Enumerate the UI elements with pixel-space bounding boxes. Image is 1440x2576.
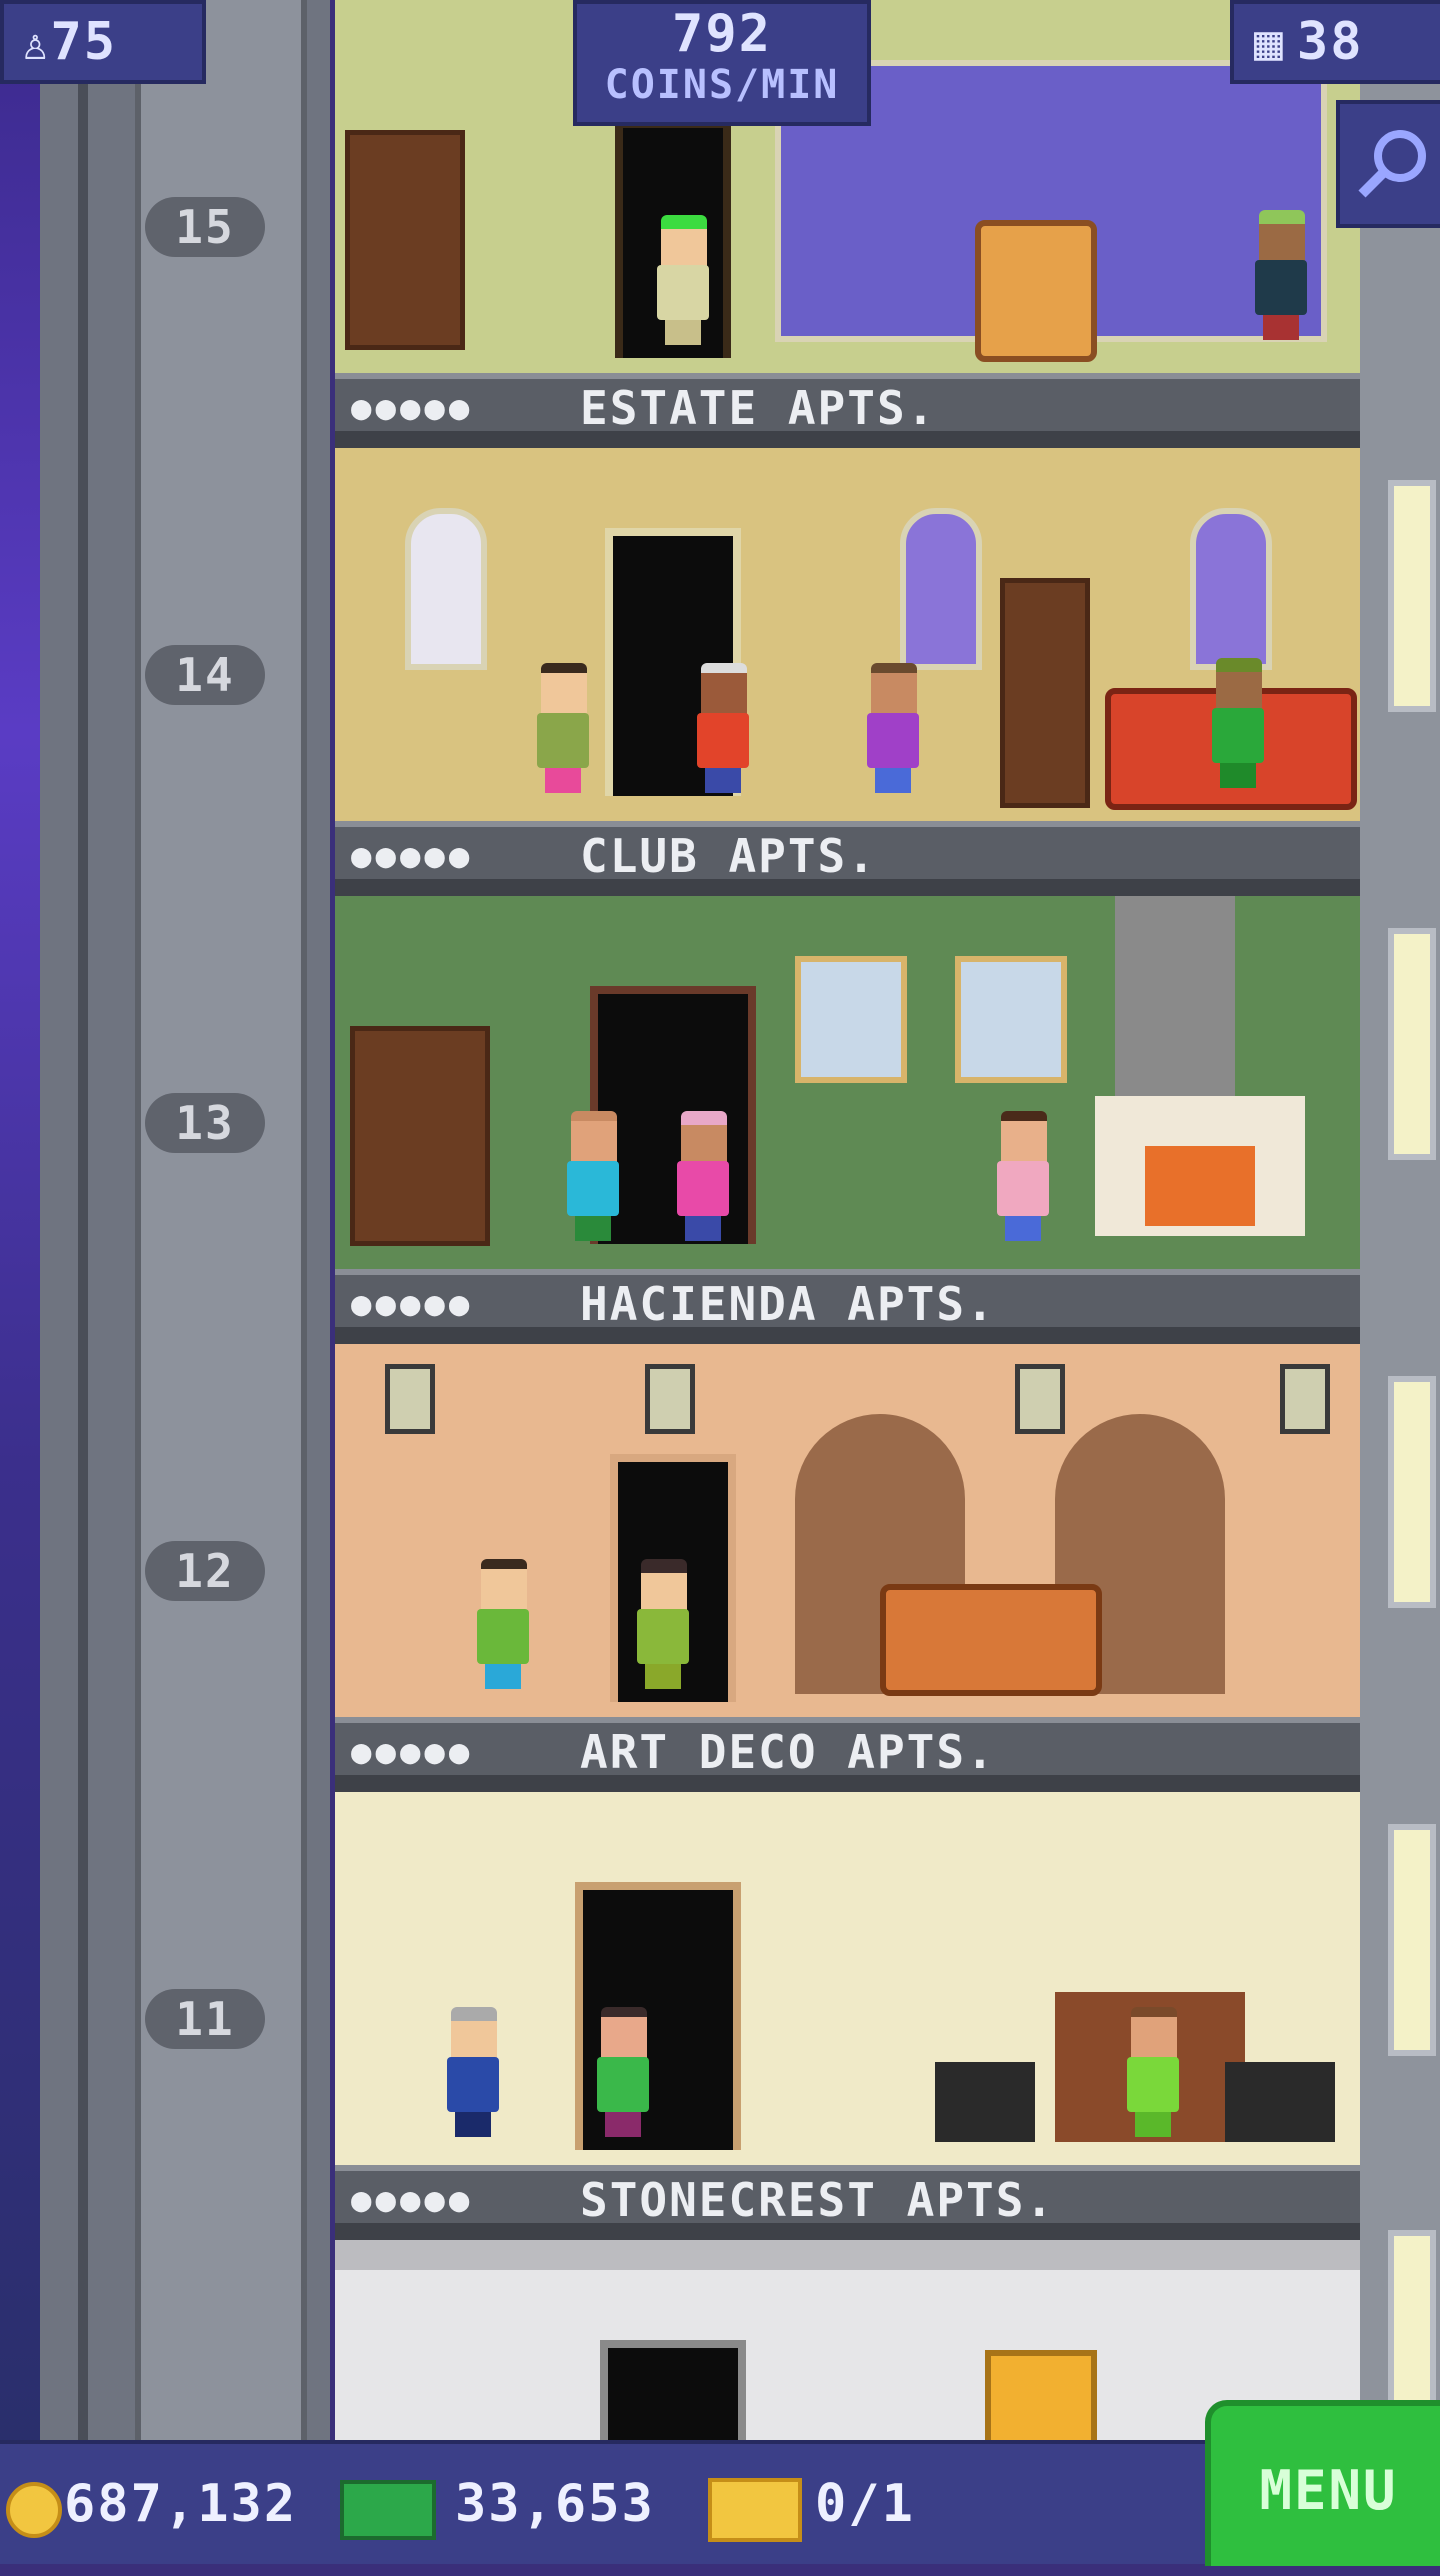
building-icon: ▦ bbox=[1254, 15, 1285, 71]
magnifier-icon bbox=[1358, 130, 1426, 198]
coins-per-min-panel: 792 COINS/MIN bbox=[573, 0, 871, 126]
floor-10-partial[interactable] bbox=[335, 2240, 1360, 2440]
apartment-door[interactable] bbox=[600, 2340, 746, 2440]
hanging-lamp bbox=[1015, 1364, 1065, 1434]
coins-per-min-unit: COINS/MIN bbox=[604, 62, 840, 108]
coins-per-min-value: 792 bbox=[672, 4, 772, 64]
star-rating: ●●●●● bbox=[351, 1284, 474, 1324]
floor-divider bbox=[335, 2223, 1360, 2240]
hanging-lamp bbox=[385, 1364, 435, 1434]
floor-label: ●●●●● STONECREST APTS. bbox=[335, 2165, 1360, 2229]
resident[interactable] bbox=[695, 663, 751, 793]
coin-icon bbox=[6, 2482, 62, 2538]
resident[interactable] bbox=[865, 663, 921, 793]
floor-name: ART DECO APTS. bbox=[580, 1725, 996, 1779]
resident[interactable] bbox=[535, 663, 591, 793]
floor-number-15: 15 bbox=[145, 197, 265, 257]
armchair bbox=[975, 220, 1097, 362]
floor-number-12: 12 bbox=[145, 1541, 265, 1601]
resident[interactable] bbox=[445, 2007, 501, 2137]
resident[interactable] bbox=[635, 1559, 691, 1689]
floor-divider bbox=[335, 1775, 1360, 1792]
menu-button[interactable]: MENU bbox=[1205, 2400, 1440, 2566]
floor-label: ●●●●● CLUB APTS. bbox=[335, 821, 1360, 885]
floor-name: CLUB APTS. bbox=[580, 829, 877, 883]
floor-12-art-deco[interactable]: ●●●●● ART DECO APTS. bbox=[335, 1344, 1360, 1792]
population-value: 75 bbox=[50, 12, 118, 72]
zoom-button[interactable] bbox=[1336, 100, 1440, 228]
wall-light bbox=[1388, 1376, 1436, 1608]
room-interior bbox=[335, 1344, 1360, 1717]
window bbox=[900, 508, 982, 670]
floor-14-club[interactable]: ●●●●● CLUB APTS. bbox=[335, 448, 1360, 896]
bookshelf bbox=[345, 130, 465, 350]
elevator-car-track bbox=[135, 0, 307, 2440]
floor-number-13: 13 bbox=[145, 1093, 265, 1153]
wall-light bbox=[1388, 480, 1436, 712]
resident[interactable] bbox=[565, 1111, 621, 1241]
resident[interactable] bbox=[595, 2007, 651, 2137]
bookshelf bbox=[1000, 578, 1090, 808]
window bbox=[405, 508, 487, 670]
person-icon: ♙ bbox=[22, 19, 51, 70]
room-interior bbox=[335, 2240, 1360, 2440]
resident[interactable] bbox=[995, 1111, 1051, 1241]
resident[interactable] bbox=[1125, 2007, 1181, 2137]
chimney bbox=[1115, 896, 1235, 1096]
hanging-lamp bbox=[645, 1364, 695, 1434]
floor-divider bbox=[335, 879, 1360, 896]
resident[interactable] bbox=[1253, 210, 1309, 340]
floor-number-14: 14 bbox=[145, 645, 265, 705]
star-rating: ●●●●● bbox=[351, 2180, 474, 2220]
resident[interactable] bbox=[1210, 658, 1266, 788]
wall-light bbox=[1388, 928, 1436, 1160]
floor-divider bbox=[335, 1327, 1360, 1344]
room-interior bbox=[335, 896, 1360, 1269]
resident[interactable] bbox=[475, 1559, 531, 1689]
fireplace bbox=[1095, 1096, 1305, 1236]
star-rating: ●●●●● bbox=[351, 1732, 474, 1772]
resident[interactable] bbox=[655, 215, 711, 345]
wall-light bbox=[1388, 2230, 1436, 2422]
floor-name: HACIENDA APTS. bbox=[580, 1277, 996, 1331]
elevator-shaft[interactable]: 15 14 13 12 11 bbox=[40, 0, 330, 2440]
sign bbox=[985, 2350, 1097, 2440]
sky-background bbox=[0, 0, 40, 2440]
floor-11-stonecrest[interactable]: ●●●●● STONECREST APTS. bbox=[335, 1792, 1360, 2240]
wall-light bbox=[1388, 1824, 1436, 2056]
star-rating: ●●●●● bbox=[351, 836, 474, 876]
hanging-lamp bbox=[1280, 1364, 1330, 1434]
tower-bux-icon[interactable] bbox=[340, 2480, 436, 2540]
window bbox=[1190, 508, 1272, 670]
golden-ticket-icon[interactable] bbox=[708, 2478, 802, 2542]
bookshelf bbox=[350, 1026, 490, 1246]
portrait-frame bbox=[795, 956, 907, 1083]
floor-name: STONECREST APTS. bbox=[580, 2173, 1056, 2227]
chair bbox=[935, 2062, 1035, 2142]
room-interior bbox=[335, 448, 1360, 821]
elevator-rail-left bbox=[78, 0, 88, 2440]
population-counter[interactable]: ♙75 bbox=[0, 0, 206, 84]
floor-13-hacienda[interactable]: ●●●●● HACIENDA APTS. bbox=[335, 896, 1360, 1344]
room-interior bbox=[335, 1792, 1360, 2165]
chair bbox=[1225, 2062, 1335, 2142]
floor-divider bbox=[335, 431, 1360, 448]
tower-right-wall bbox=[1360, 0, 1440, 2440]
floor-name: ESTATE APTS. bbox=[580, 381, 937, 435]
floor-counter[interactable]: ▦ 38 bbox=[1230, 0, 1440, 84]
resident[interactable] bbox=[675, 1111, 731, 1241]
sofa bbox=[880, 1584, 1102, 1696]
coins-value: 687,132 bbox=[64, 2474, 298, 2534]
floor-label: ●●●●● HACIENDA APTS. bbox=[335, 1269, 1360, 1333]
portrait-frame bbox=[955, 956, 1067, 1083]
floor-label: ●●●●● ART DECO APTS. bbox=[335, 1717, 1360, 1781]
bux-value: 33,653 bbox=[455, 2474, 655, 2534]
floor-label: ●●●●● ESTATE APTS. bbox=[335, 373, 1360, 437]
floors-value: 38 bbox=[1296, 12, 1364, 72]
floor-number-11: 11 bbox=[145, 1989, 265, 2049]
star-rating: ●●●●● bbox=[351, 388, 474, 428]
tickets-value: 0/1 bbox=[815, 2474, 915, 2534]
